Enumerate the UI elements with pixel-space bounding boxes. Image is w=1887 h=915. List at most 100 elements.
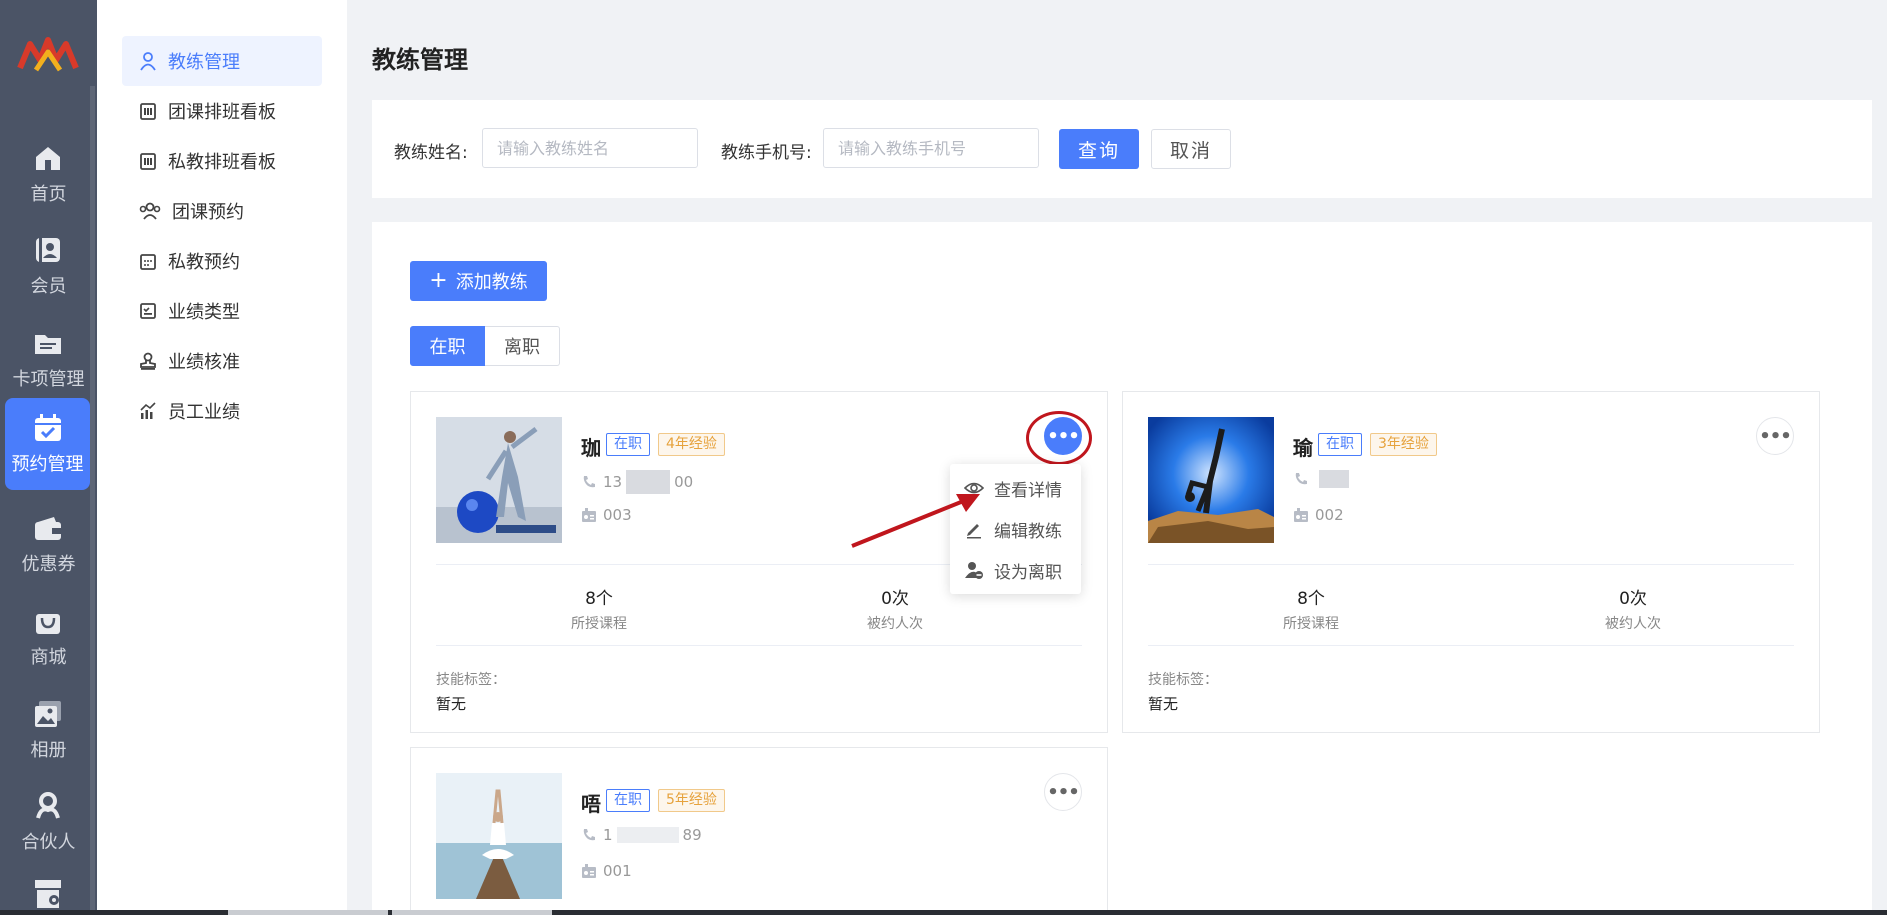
add-coach-button[interactable]: + 添加教练 bbox=[410, 261, 547, 301]
coach-phone: 13 00 bbox=[581, 470, 693, 494]
coach-photo bbox=[1148, 417, 1274, 543]
rail-item-home[interactable]: 首页 bbox=[0, 128, 97, 220]
rail-item-member[interactable]: 会员 bbox=[0, 220, 97, 312]
id-card-icon bbox=[582, 508, 596, 522]
submenu-item-private-schedule-board[interactable]: 私教排班看板 bbox=[122, 136, 322, 186]
courses-label: 所授课程 bbox=[1283, 616, 1339, 632]
coach-list-panel: + 添加教练 在职 离职 珈 在职 4年经验 13 00 003 8个 所授课程… bbox=[372, 222, 1872, 915]
taskbar-tab[interactable] bbox=[392, 910, 552, 915]
status-badge: 在职 bbox=[1318, 433, 1362, 456]
coach-name-label: 教练姓名: bbox=[394, 143, 468, 163]
skill-tags-label: 技能标签： bbox=[1148, 672, 1218, 688]
rail-item-label: 相册 bbox=[30, 740, 67, 761]
coach-name: 珈 bbox=[581, 436, 601, 460]
coach-phone: 1 89 bbox=[581, 826, 702, 844]
skill-tags-value: 暂无 bbox=[436, 695, 467, 713]
skill-tags-label: 技能标签： bbox=[436, 672, 506, 688]
card-folder-icon bbox=[35, 335, 61, 354]
courses-label: 所授课程 bbox=[571, 616, 627, 632]
coach-name: 瑜 bbox=[1293, 436, 1313, 460]
coach-card: 唔 在职 5年经验 1 89 001 ••• bbox=[410, 747, 1108, 915]
skill-tags-value: 暂无 bbox=[1148, 695, 1179, 713]
submenu-item-coach-management[interactable]: 教练管理 bbox=[122, 36, 322, 86]
rail-item-label: 预约管理 bbox=[11, 454, 84, 475]
phone-icon bbox=[583, 476, 595, 488]
coach-photo bbox=[436, 417, 562, 543]
wallet-icon bbox=[35, 517, 61, 540]
coach-name-input[interactable] bbox=[482, 128, 698, 168]
masked-phone bbox=[1319, 470, 1349, 488]
courses-stat: 8个 所授课程 bbox=[499, 584, 699, 633]
member-icon bbox=[36, 238, 60, 262]
rail-item-partner[interactable]: 合伙人 bbox=[0, 776, 97, 868]
taskbar-tab[interactable] bbox=[228, 910, 388, 915]
submenu-item-performance-type[interactable]: 业绩类型 bbox=[122, 286, 322, 336]
coach-photo bbox=[436, 773, 562, 899]
menu-item-label: 编辑教练 bbox=[994, 521, 1062, 542]
brand-logo-icon bbox=[17, 37, 79, 72]
submenu-item-label: 私教预约 bbox=[168, 252, 240, 273]
submenu-item-label: 团课预约 bbox=[172, 202, 244, 223]
experience-badge: 4年经验 bbox=[658, 433, 725, 456]
menu-item-set-resigned[interactable]: 设为离职 bbox=[950, 550, 1081, 590]
board-icon bbox=[140, 103, 156, 120]
cancel-button[interactable]: 取消 bbox=[1151, 129, 1231, 169]
tab-active-staff[interactable]: 在职 bbox=[410, 326, 485, 366]
submenu-item-group-schedule-board[interactable]: 团课排班看板 bbox=[122, 86, 322, 136]
phone-start: 1 bbox=[603, 826, 613, 844]
coach-number: 003 bbox=[581, 506, 632, 524]
query-button[interactable]: 查询 bbox=[1059, 129, 1139, 169]
coach-number-value: 001 bbox=[603, 862, 632, 880]
coach-number: 002 bbox=[1293, 506, 1344, 524]
more-actions-button[interactable]: ••• bbox=[1756, 417, 1794, 455]
coach-number: 001 bbox=[581, 862, 632, 880]
booked-label: 被约人次 bbox=[1605, 616, 1661, 632]
submenu-item-group-booking[interactable]: 团课预约 bbox=[122, 186, 322, 236]
store-settings-icon[interactable] bbox=[32, 876, 64, 910]
add-coach-label: 添加教练 bbox=[455, 272, 528, 293]
coach-phone-input[interactable] bbox=[823, 128, 1039, 168]
rail-item-album[interactable]: 相册 bbox=[0, 684, 97, 776]
rail-item-mall[interactable]: 商城 bbox=[0, 591, 97, 683]
courses-stat: 8个 所授课程 bbox=[1211, 584, 1411, 633]
rail-item-label: 首页 bbox=[30, 184, 67, 205]
rail-item-coupon[interactable]: 优惠券 bbox=[0, 498, 97, 590]
chart-icon bbox=[140, 402, 156, 419]
rail-item-label: 卡项管理 bbox=[12, 369, 85, 390]
booked-stat: 0次 被约人次 bbox=[1533, 584, 1733, 633]
main-content: 教练管理 教练姓名: 教练手机号: 查询 取消 + 添加教练 在职 离职 珈 bbox=[347, 0, 1887, 915]
group-icon bbox=[139, 202, 161, 220]
highlight-ring bbox=[1026, 411, 1092, 465]
tab-resigned-staff[interactable]: 离职 bbox=[485, 326, 560, 366]
rail-item-booking-management[interactable]: 预约管理 bbox=[5, 398, 90, 490]
coach-number-value: 003 bbox=[603, 506, 632, 524]
submenu-item-label: 业绩核准 bbox=[168, 352, 240, 373]
sub-nav-menu: 教练管理 团课排班看板 私教排班看板 团课预约 私教预约 业绩类型 业绩核准 员… bbox=[97, 0, 347, 915]
submenu-item-private-booking[interactable]: 私教预约 bbox=[122, 236, 322, 286]
menu-item-label: 设为离职 bbox=[994, 562, 1062, 583]
home-icon bbox=[36, 147, 60, 170]
coach-phone-label: 教练手机号: bbox=[721, 143, 812, 163]
submenu-item-performance-approval[interactable]: 业绩核准 bbox=[122, 336, 322, 386]
submenu-item-label: 团课排班看板 bbox=[168, 102, 276, 123]
submenu-item-label: 业绩类型 bbox=[168, 302, 240, 323]
annotation-arrow-icon bbox=[851, 494, 980, 548]
shopping-bag-icon bbox=[36, 614, 60, 634]
taskbar-strip bbox=[0, 910, 1887, 915]
phone-icon bbox=[1295, 473, 1307, 485]
status-badge: 在职 bbox=[606, 433, 650, 456]
coach-number-value: 002 bbox=[1315, 506, 1344, 524]
id-card-icon bbox=[582, 864, 596, 878]
submenu-item-staff-performance[interactable]: 员工业绩 bbox=[122, 386, 322, 436]
stamp-icon bbox=[140, 352, 156, 370]
id-card-icon bbox=[1294, 508, 1308, 522]
booked-label: 被约人次 bbox=[867, 616, 923, 632]
experience-badge: 3年经验 bbox=[1370, 433, 1437, 456]
submenu-item-label: 教练管理 bbox=[168, 52, 240, 73]
submenu-item-label: 员工业绩 bbox=[168, 402, 240, 423]
coach-card: 瑜 在职 3年经验 002 8个 所授课程 0次 被约人次 技能标签： 暂无 •… bbox=[1122, 391, 1820, 733]
phone-start: 13 bbox=[603, 473, 623, 491]
more-actions-button[interactable]: ••• bbox=[1044, 773, 1082, 811]
rail-item-card-management[interactable]: 卡项管理 bbox=[0, 313, 97, 405]
search-panel: 教练姓名: 教练手机号: 查询 取消 bbox=[372, 100, 1872, 198]
